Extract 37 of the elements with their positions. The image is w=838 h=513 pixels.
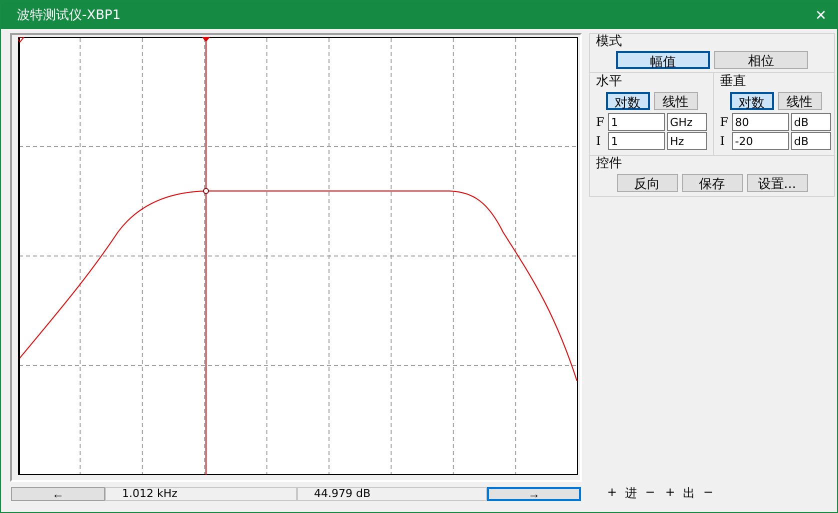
- scale-button[interactable]: 对数: [606, 92, 650, 110]
- controls-label: 控件: [595, 156, 623, 172]
- terminal-label: 进: [625, 485, 638, 502]
- right-arrow-button[interactable]: →: [487, 486, 581, 500]
- control-button[interactable]: 设置...: [746, 174, 808, 192]
- control-button[interactable]: 保存: [682, 174, 742, 192]
- plus-terminal: +: [607, 485, 618, 501]
- mode-button[interactable]: 幅值: [616, 51, 710, 69]
- unit-field[interactable]: dB: [791, 113, 831, 131]
- field-label: F: [596, 115, 606, 129]
- value-field[interactable]: 1: [608, 113, 665, 131]
- mode-label: 模式: [595, 34, 623, 50]
- terminal-label: 出: [683, 485, 696, 502]
- value-field[interactable]: 80: [732, 113, 789, 131]
- scale-button[interactable]: 线性: [778, 92, 822, 110]
- unit-field[interactable]: dB: [791, 132, 831, 150]
- group-label: 垂直: [720, 73, 747, 90]
- scale-button[interactable]: 对数: [730, 92, 774, 110]
- minus-terminal: −: [645, 485, 656, 501]
- plus-terminal: +: [665, 485, 676, 501]
- magnitude-readout: 44.979 dB: [297, 486, 487, 500]
- minus-terminal: −: [703, 485, 714, 501]
- scale-button[interactable]: 线性: [654, 92, 698, 110]
- value-field[interactable]: -20: [732, 132, 789, 150]
- field-label: F: [720, 115, 730, 129]
- value-field[interactable]: 1: [608, 132, 665, 150]
- field-label: I: [596, 134, 602, 148]
- unit-field[interactable]: Hz: [667, 132, 707, 150]
- control-button[interactable]: 反向: [616, 174, 678, 192]
- unit-field[interactable]: GHz: [667, 113, 707, 131]
- left-arrow-button[interactable]: ←: [11, 486, 105, 500]
- window-title: 波特测试仪-XBP1: [17, 7, 121, 24]
- close-button[interactable]: ✕: [815, 7, 827, 23]
- mode-button[interactable]: 相位: [714, 51, 808, 69]
- field-label: I: [720, 134, 726, 148]
- group-label: 水平: [596, 73, 623, 90]
- frequency-readout: 1.012 kHz: [105, 486, 297, 500]
